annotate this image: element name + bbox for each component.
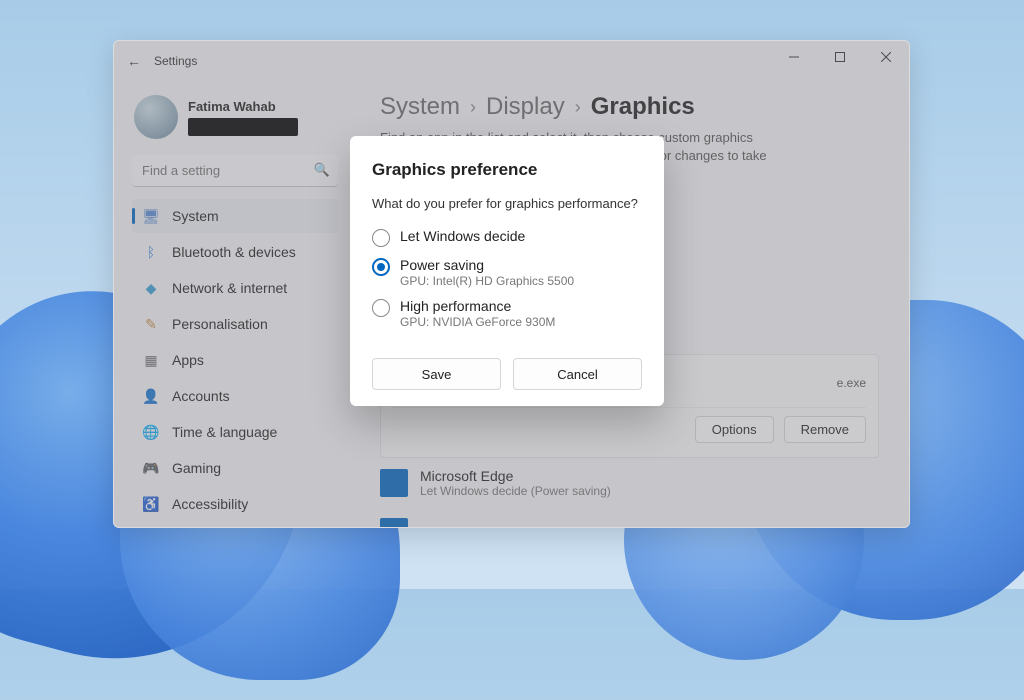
option-label: High performance [400, 298, 555, 314]
dialog-question: What do you prefer for graphics performa… [372, 196, 642, 211]
pref-option[interactable]: Let Windows decide [372, 223, 642, 252]
option-sub: GPU: NVIDIA GeForce 930M [400, 315, 555, 329]
pref-option[interactable]: Power savingGPU: Intel(R) HD Graphics 55… [372, 252, 642, 293]
pref-option[interactable]: High performanceGPU: NVIDIA GeForce 930M [372, 293, 642, 334]
radio-icon [372, 299, 390, 317]
option-sub: GPU: Intel(R) HD Graphics 5500 [400, 274, 574, 288]
dialog-title: Graphics preference [372, 160, 642, 180]
radio-icon [372, 258, 390, 276]
graphics-preference-dialog: Graphics preference What do you prefer f… [350, 136, 664, 406]
dialog-options: Let Windows decide Power savingGPU: Intel… [372, 223, 642, 334]
option-label: Let Windows decide [400, 228, 525, 244]
cancel-button[interactable]: Cancel [513, 358, 642, 390]
save-button[interactable]: Save [372, 358, 501, 390]
radio-icon [372, 229, 390, 247]
option-label: Power saving [400, 257, 574, 273]
